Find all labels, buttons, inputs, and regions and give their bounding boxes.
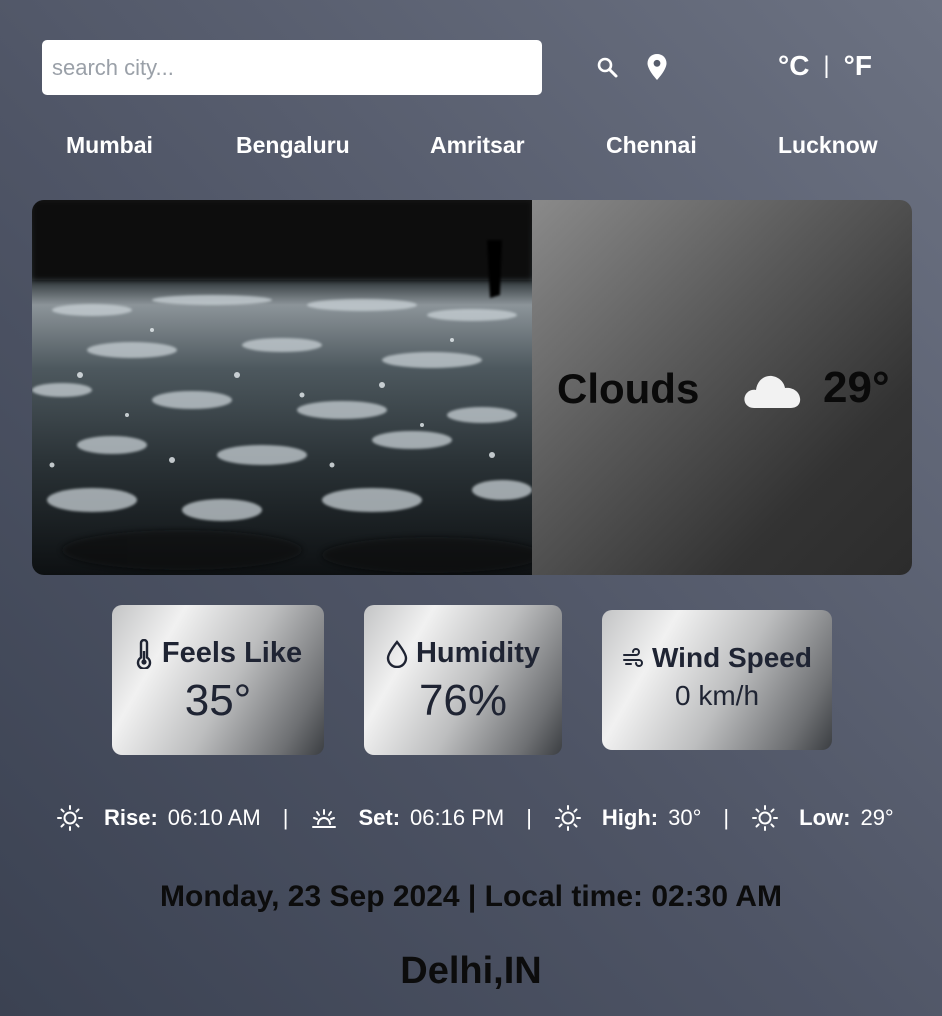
weather-summary: Clouds 29°	[532, 200, 912, 575]
city-link-mumbai[interactable]: Mumbai	[66, 132, 153, 159]
city-link-amritsar[interactable]: Amritsar	[430, 132, 525, 159]
separator: |	[526, 805, 532, 830]
humidity-label: Humidity	[415, 637, 541, 669]
high-temp-item: High: 30°	[554, 804, 701, 832]
local-date-time: Monday, 23 Sep 2024 | Local time: 02:30 …	[160, 880, 782, 913]
high-temp-value: 30°	[668, 805, 702, 830]
celsius-button[interactable]: °C	[778, 50, 809, 82]
wind-speed-value: 0 km/h	[674, 680, 760, 711]
droplet-icon	[386, 639, 408, 668]
weather-background-image	[32, 200, 542, 575]
unit-separator: |	[823, 52, 830, 79]
low-temp-item: Low: 29°	[751, 804, 894, 832]
search-button[interactable]	[592, 52, 622, 82]
sunset-label: Set:	[358, 805, 401, 830]
wind-icon	[623, 648, 643, 667]
humidity-tile: Humidity 76%	[364, 605, 562, 755]
feels-like-value: 35°	[184, 676, 252, 725]
humidity-value: 76%	[418, 676, 508, 725]
search-icon	[597, 57, 618, 78]
low-temp-value: 29°	[860, 805, 894, 830]
separator: |	[723, 805, 730, 830]
fahrenheit-button[interactable]: °F	[844, 50, 872, 82]
sunset-item: Set: 06:16 PM	[310, 804, 504, 832]
search-input[interactable]	[42, 40, 542, 95]
sun-details-row: Rise: 06:10 AM | Set: 06:16 PM | High: 3…	[56, 803, 894, 833]
weather-card: Clouds 29°	[32, 200, 912, 575]
city-link-chennai[interactable]: Chennai	[606, 132, 697, 159]
separator: |	[282, 805, 289, 830]
quick-city-list: Mumbai Bengaluru Amritsar Chennai Luckno…	[0, 132, 942, 164]
sun-icon	[554, 805, 581, 831]
location-name: Delhi,IN	[400, 950, 542, 992]
wind-speed-tile: Wind Speed 0 km/h	[602, 610, 832, 750]
city-link-bengaluru[interactable]: Bengaluru	[236, 132, 350, 159]
location-pin-icon	[647, 54, 667, 80]
unit-toggle: °C | °F	[778, 50, 872, 82]
sunrise-label: Rise:	[104, 805, 158, 830]
feels-like-tile: Feels Like 35°	[112, 605, 324, 755]
thermometer-icon	[136, 638, 152, 669]
city-link-lucknow[interactable]: Lucknow	[778, 132, 878, 159]
high-temp-label: High:	[601, 805, 659, 830]
wind-speed-label: Wind Speed	[652, 642, 812, 673]
current-location-button[interactable]	[642, 52, 672, 82]
sun-icon	[752, 805, 779, 831]
weather-condition: Clouds	[557, 365, 700, 412]
sunset-value: 06:16 PM	[410, 805, 505, 830]
current-temperature: 29°	[823, 363, 890, 412]
sun-icon	[57, 805, 83, 831]
cloud-icon	[744, 375, 801, 408]
sunrise-item: Rise: 06:10 AM	[56, 804, 261, 832]
low-temp-label: Low:	[799, 805, 851, 830]
sunset-icon	[312, 809, 337, 828]
sunrise-value: 06:10 AM	[167, 805, 261, 830]
feels-like-label: Feels Like	[161, 637, 303, 669]
